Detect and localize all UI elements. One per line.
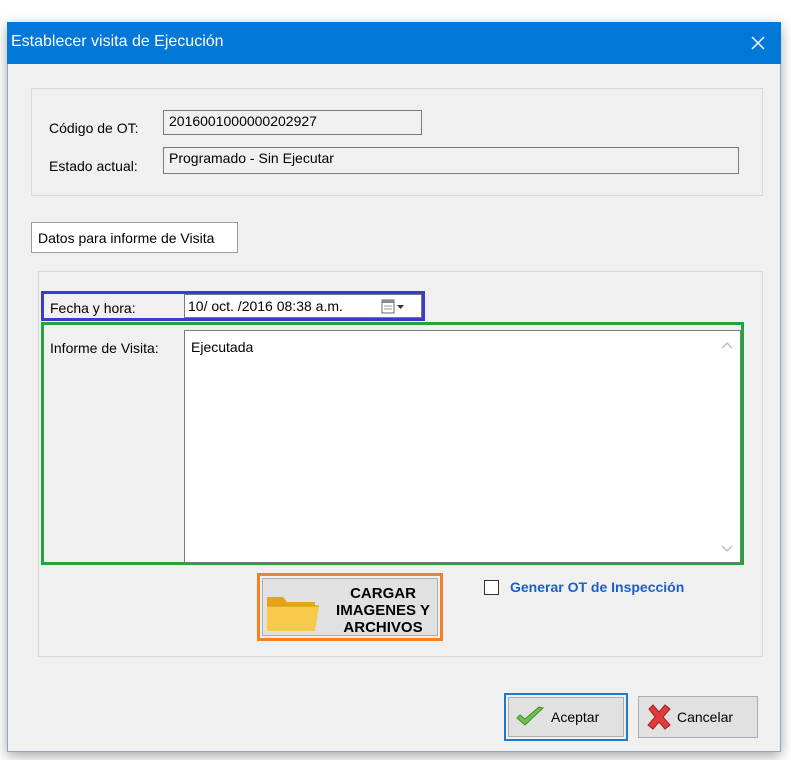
generate-inspection-label[interactable]: Generar OT de Inspección: [510, 579, 684, 595]
accept-button[interactable]: Aceptar: [508, 697, 624, 737]
cancel-button[interactable]: Cancelar: [638, 696, 758, 738]
folder-icon: [267, 597, 319, 631]
date-time-picker[interactable]: 10/ oct. /2016 08:38 a.m.: [184, 294, 422, 318]
close-icon: [751, 36, 765, 50]
close-button[interactable]: [735, 22, 781, 64]
window-title: Establecer visita de Ejecución: [11, 33, 224, 50]
scroll-down-icon[interactable]: [721, 545, 733, 553]
status-label: Estado actual:: [49, 158, 138, 174]
report-textarea[interactable]: Ejecutada: [184, 330, 741, 563]
upload-highlight: CARGAR IMAGENES Y ARCHIVOS: [257, 573, 443, 641]
date-label: Fecha y hora:: [50, 300, 136, 316]
calendar-dropdown-icon[interactable]: [381, 299, 407, 318]
upload-label-line1: CARGAR: [350, 585, 416, 602]
report-row-highlight: Informe de Visita: Ejecutada: [41, 322, 744, 565]
ot-info-group: [31, 88, 763, 196]
accept-highlight: Aceptar: [504, 693, 628, 741]
upload-button-label: CARGAR IMAGENES Y ARCHIVOS: [327, 585, 439, 636]
status-field[interactable]: Programado - Sin Ejecutar: [163, 147, 739, 174]
date-row-highlight: Fecha y hora: 10/ oct. /2016 08:38 a.m.: [41, 291, 425, 321]
report-label: Informe de Visita:: [50, 340, 159, 356]
accept-label: Aceptar: [551, 709, 600, 725]
upload-files-button[interactable]: CARGAR IMAGENES Y ARCHIVOS: [262, 578, 438, 636]
title-bar: Establecer visita de Ejecución: [7, 22, 781, 64]
ot-code-field[interactable]: 2016001000000202927: [163, 110, 422, 135]
red-x-icon: [647, 704, 671, 730]
upload-label-line2: IMAGENES Y: [336, 602, 430, 619]
ot-code-label: Código de OT:: [49, 120, 139, 136]
generate-inspection-checkbox[interactable]: [484, 580, 499, 595]
date-value: 10/ oct. /2016 08:38 a.m.: [188, 298, 343, 314]
green-check-icon: [516, 706, 545, 726]
upload-label-line3: ARCHIVOS: [343, 619, 423, 636]
report-scrollbar[interactable]: [714, 331, 740, 562]
scroll-up-icon[interactable]: [721, 341, 733, 349]
tab-visit-report[interactable]: Datos para informe de Visita: [31, 222, 238, 253]
cancel-label: Cancelar: [677, 709, 734, 725]
